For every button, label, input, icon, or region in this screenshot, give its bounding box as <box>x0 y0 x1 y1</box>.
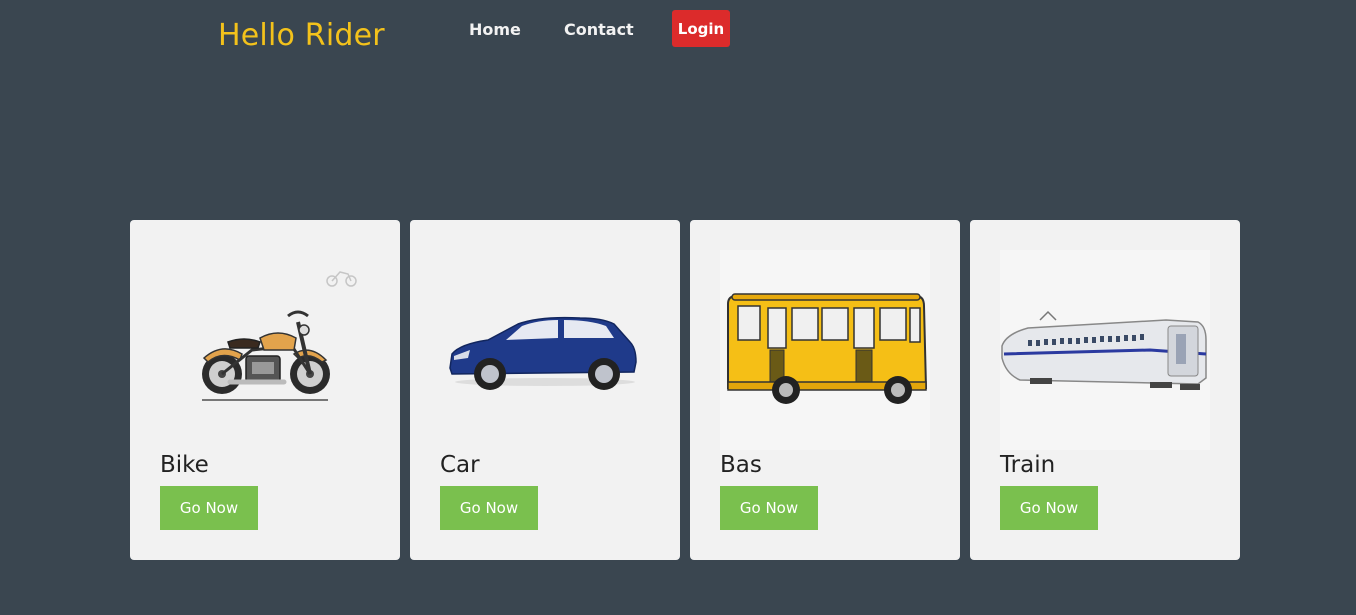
car-icon <box>449 316 637 390</box>
login-button[interactable]: Login <box>672 10 730 47</box>
card-image <box>720 250 930 450</box>
card-title: Car <box>440 452 480 478</box>
card-image <box>1000 250 1210 450</box>
nav-contact-link[interactable]: Contact <box>564 20 634 39</box>
card-car: Car Go Now <box>410 220 680 560</box>
card-image <box>440 250 650 450</box>
go-now-button[interactable]: Go Now <box>160 486 258 530</box>
brand-logo[interactable]: Hello Rider <box>218 18 385 53</box>
card-title: Bas <box>720 452 762 478</box>
card-bike: Bike Go Now <box>130 220 400 560</box>
nav-home-link[interactable]: Home <box>469 20 521 39</box>
card-title: Bike <box>160 452 209 478</box>
card-bus: Bas Go Now <box>690 220 960 560</box>
go-now-button[interactable]: Go Now <box>1000 486 1098 530</box>
card-image <box>160 250 370 450</box>
go-now-button[interactable]: Go Now <box>440 486 538 530</box>
card-title: Train <box>1000 452 1056 478</box>
train-icon <box>1000 250 1210 450</box>
card-train: Train Go Now <box>970 220 1240 560</box>
go-now-button[interactable]: Go Now <box>720 486 818 530</box>
bus-icon <box>720 250 930 450</box>
motorcycle-icon <box>202 271 357 401</box>
